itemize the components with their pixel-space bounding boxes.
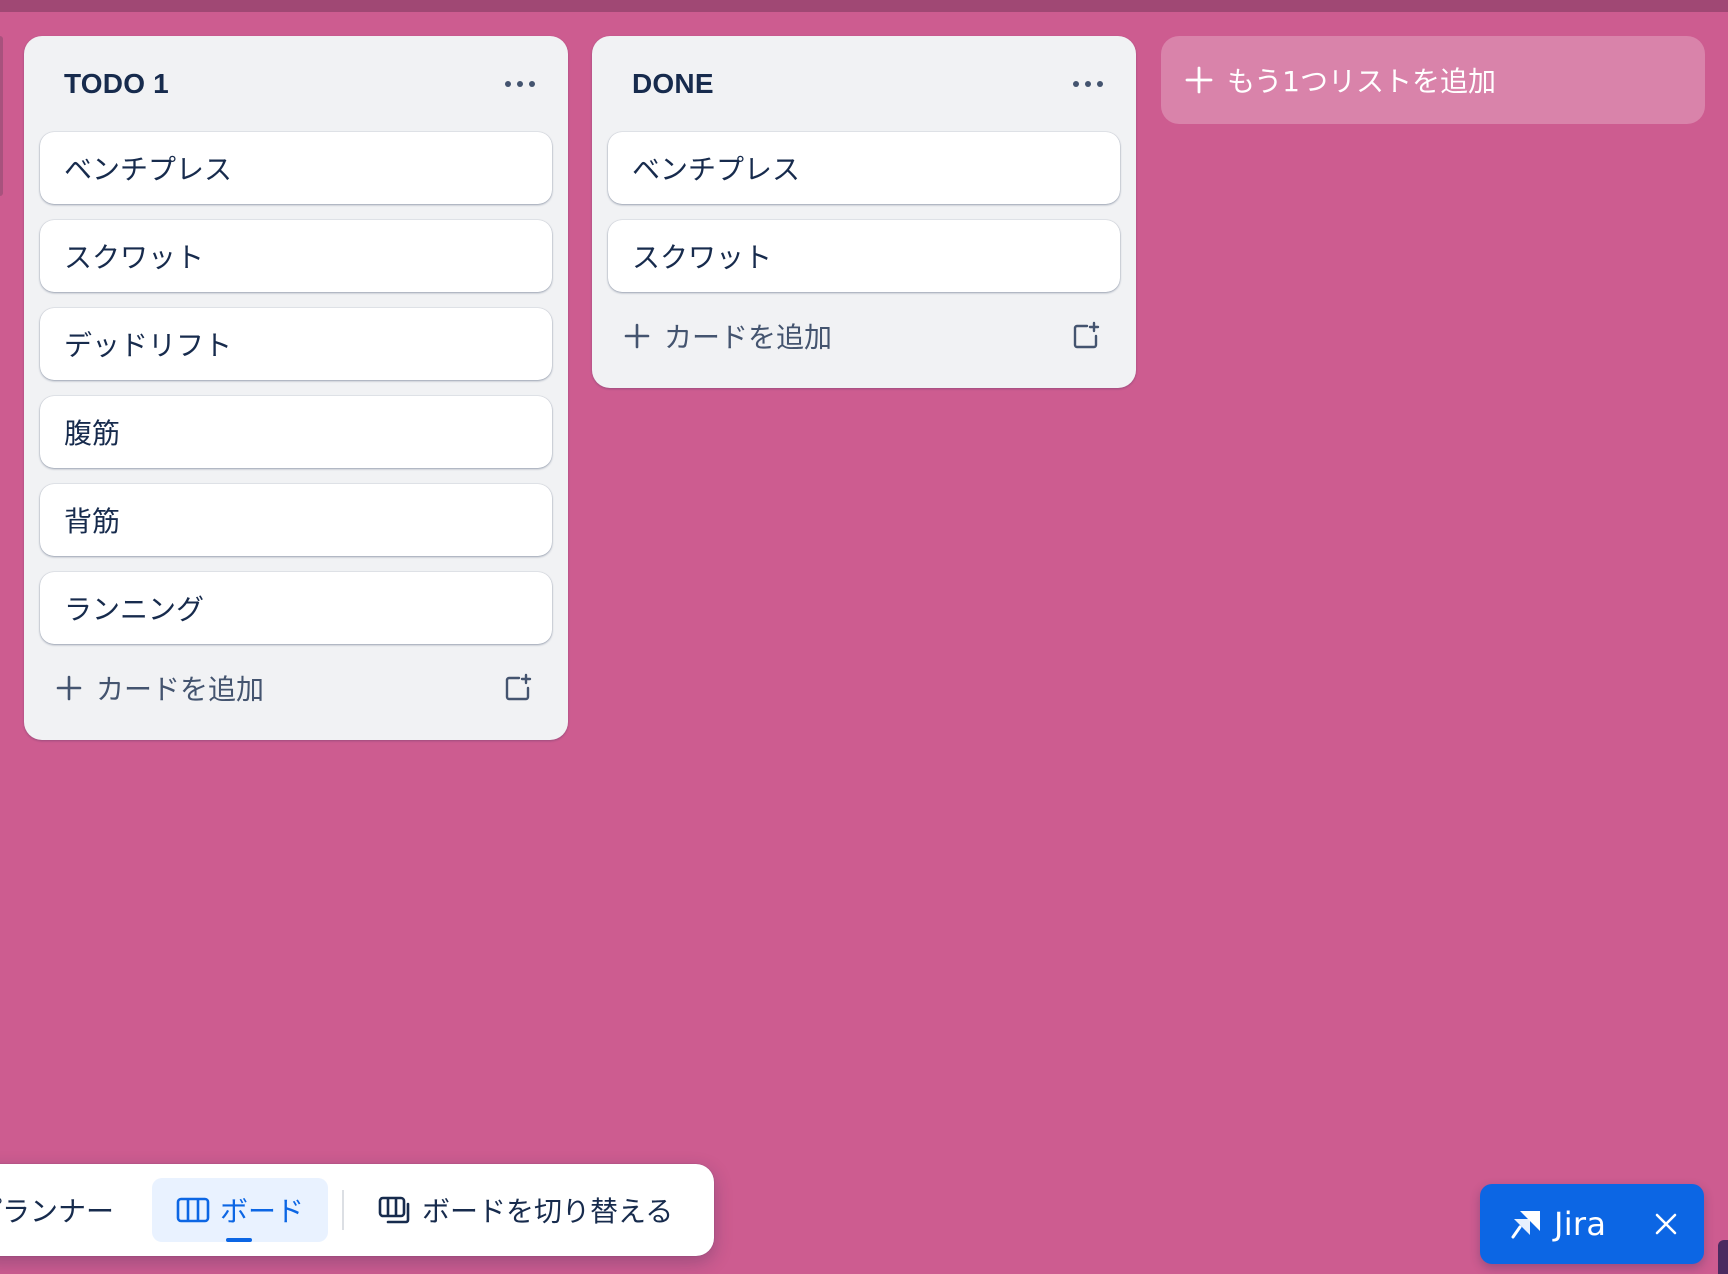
list-title[interactable]: TODO 1 xyxy=(64,68,169,100)
add-card-row: カードを追加 xyxy=(40,652,552,724)
view-switcher-bar: プランナー ボード ボードを切り替える xyxy=(0,1164,714,1256)
card[interactable]: スクワット xyxy=(40,220,552,292)
more-horizontal-icon xyxy=(505,81,535,87)
board-columns-icon xyxy=(176,1197,210,1223)
plus-icon xyxy=(624,323,650,349)
card[interactable]: ベンチプレス xyxy=(40,132,552,204)
card[interactable]: スクワット xyxy=(608,220,1120,292)
list-todo-1: TODO 1 ベンチプレス スクワット デッドリフト 腹筋 背筋 ランニング カ… xyxy=(24,36,568,740)
jira-logo-icon xyxy=(1511,1211,1540,1239)
card-list: ベンチプレス スクワット デッドリフト 腹筋 背筋 ランニング xyxy=(40,132,552,644)
add-list-label: もう1つリストを追加 xyxy=(1227,65,1496,98)
add-card-label: カードを追加 xyxy=(664,321,833,354)
card-template-icon xyxy=(505,673,532,701)
switch-boards-button[interactable]: ボードを切り替える xyxy=(366,1178,685,1242)
list-menu-button[interactable] xyxy=(496,60,544,108)
card[interactable]: 背筋 xyxy=(40,484,552,556)
previous-list-edge xyxy=(0,36,3,196)
add-card-row: カードを追加 xyxy=(608,300,1120,372)
active-view-indicator xyxy=(226,1238,253,1242)
card-list: ベンチプレス スクワット xyxy=(608,132,1120,292)
card[interactable]: 腹筋 xyxy=(40,396,552,468)
board-top-bar xyxy=(0,0,1728,12)
card[interactable]: ベンチプレス xyxy=(608,132,1120,204)
list-title[interactable]: DONE xyxy=(632,68,714,100)
add-card-label: カードを追加 xyxy=(96,673,265,706)
switch-boards-label: ボードを切り替える xyxy=(422,1195,674,1228)
create-from-template-button[interactable] xyxy=(496,666,540,710)
card[interactable]: ランニング xyxy=(40,572,552,644)
list-header: TODO 1 xyxy=(40,36,552,132)
plus-icon xyxy=(1185,66,1213,94)
more-horizontal-icon xyxy=(1073,81,1103,87)
switch-boards-icon xyxy=(378,1196,410,1224)
list-done: DONE ベンチプレス スクワット カードを追加 xyxy=(592,36,1136,388)
jira-button[interactable]: Jira xyxy=(1480,1184,1704,1264)
list-header: DONE xyxy=(608,36,1120,132)
add-card-button[interactable]: カードを追加 xyxy=(56,668,264,708)
close-icon xyxy=(1655,1213,1677,1235)
jira-label: Jira xyxy=(1554,1205,1607,1243)
add-card-button[interactable]: カードを追加 xyxy=(624,316,832,356)
add-list-button[interactable]: もう1つリストを追加 xyxy=(1161,36,1705,124)
plus-icon xyxy=(56,675,82,701)
planner-view-label: プランナー xyxy=(0,1195,115,1228)
view-divider xyxy=(342,1190,345,1230)
card-template-icon xyxy=(1073,321,1100,349)
list-menu-button[interactable] xyxy=(1064,60,1112,108)
window-edge xyxy=(1718,1240,1728,1274)
board-view-button[interactable]: ボード xyxy=(152,1178,329,1242)
planner-view-button[interactable]: プランナー xyxy=(0,1178,134,1242)
create-from-template-button[interactable] xyxy=(1064,314,1108,358)
card[interactable]: デッドリフト xyxy=(40,308,552,380)
jira-close-button[interactable] xyxy=(1648,1206,1684,1242)
board-view-label: ボード xyxy=(220,1195,305,1228)
